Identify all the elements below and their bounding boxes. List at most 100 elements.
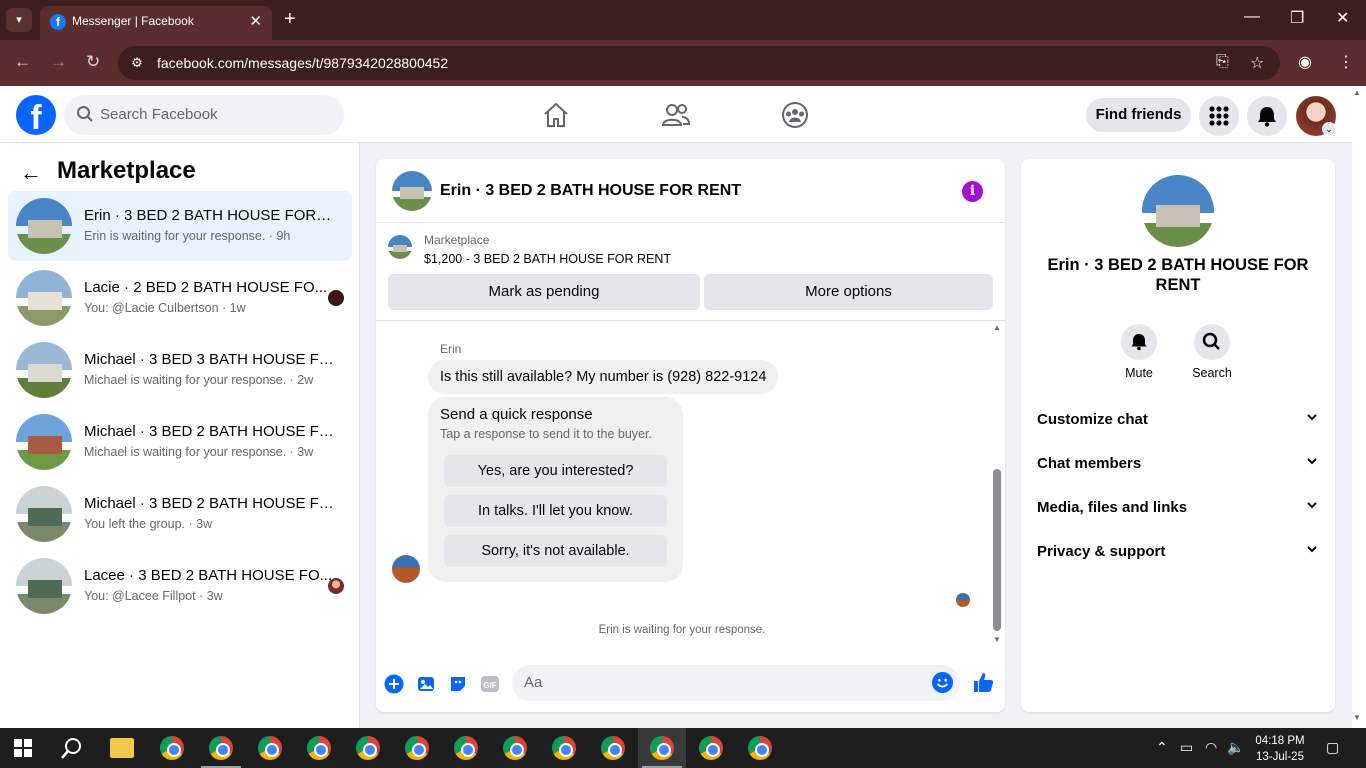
facebook-favicon-icon: f — [50, 14, 66, 30]
find-friends-button[interactable]: Find friends — [1086, 98, 1191, 132]
scroll-thumb[interactable] — [993, 469, 1001, 631]
quick-reply-button[interactable]: Sorry, it's not available. — [444, 535, 667, 567]
privacy-support-row[interactable]: Privacy & support — [1037, 534, 1319, 570]
conversation-item[interactable]: Michael · 3 BED 3 BATH HOUSE FO... Micha… — [8, 335, 352, 405]
page-scrollbar[interactable]: ▲ ▼ — [1352, 86, 1366, 728]
friends-icon[interactable] — [661, 100, 691, 130]
menu-grid-button[interactable] — [1199, 96, 1239, 136]
chrome-icon[interactable] — [209, 736, 233, 760]
chrome-icon[interactable] — [307, 736, 331, 760]
conversation-item[interactable]: Lacee · 3 BED 2 BATH HOUSE FO... You: @L… — [8, 551, 352, 621]
facebook-logo-icon[interactable]: f — [16, 95, 56, 137]
chrome-icon[interactable] — [601, 736, 625, 760]
address-bar[interactable]: ⚙ facebook.com/messages/t/98793420288004… — [118, 46, 1280, 80]
chrome-menu-icon[interactable]: ⋮ — [1338, 52, 1354, 72]
mute-circle[interactable] — [1121, 324, 1157, 360]
chrome-icon[interactable] — [160, 736, 184, 760]
search-circle[interactable] — [1194, 324, 1230, 360]
mark-as-pending-button[interactable]: Mark as pending — [388, 274, 700, 310]
gif-icon[interactable]: GIF — [480, 674, 500, 694]
volume-icon[interactable]: 🔈 — [1227, 739, 1244, 756]
back-button[interactable]: ← — [14, 52, 31, 72]
minimize-button[interactable]: — — [1244, 8, 1260, 26]
account-chevron-icon[interactable]: ⌄ — [1322, 122, 1336, 136]
browser-tab[interactable]: f Messenger | Facebook ✕ — [40, 6, 272, 40]
conversation-item[interactable]: Michael · 3 BED 2 BATH HOUSE FO... You l… — [8, 479, 352, 549]
sender-avatar[interactable] — [392, 555, 420, 583]
chat-avatar[interactable] — [392, 171, 432, 211]
site-info-icon[interactable]: ⚙ — [128, 54, 146, 72]
scroll-up-icon[interactable]: ▲ — [991, 323, 1003, 332]
chrome-icon[interactable] — [650, 736, 674, 760]
sticker-icon[interactable] — [448, 674, 468, 694]
chrome-icon[interactable] — [356, 736, 380, 760]
scroll-down-icon[interactable]: ▼ — [1353, 713, 1361, 722]
windows-start-icon[interactable] — [14, 739, 32, 757]
tray-overflow-icon[interactable]: ⌃ — [1156, 739, 1168, 756]
taskbar-search-icon[interactable] — [60, 736, 84, 760]
chrome-icon[interactable] — [258, 736, 282, 760]
chrome-icon[interactable] — [454, 736, 478, 760]
info-icon[interactable]: i — [962, 181, 983, 202]
quick-reply-button[interactable]: In talks. I'll let you know. — [444, 495, 667, 527]
like-thumb-icon[interactable] — [972, 671, 994, 693]
add-plus-icon[interactable] — [384, 674, 404, 694]
notification-center-icon[interactable]: ▢ — [1326, 739, 1339, 756]
message-input[interactable]: Aa — [512, 665, 960, 701]
restore-button[interactable]: ❐ — [1290, 8, 1304, 28]
listing-title[interactable]: $1,200 - 3 BED 2 BATH HOUSE FOR RENT — [424, 252, 671, 266]
home-icon[interactable] — [541, 100, 571, 130]
profile-icon[interactable]: ◉ — [1298, 52, 1312, 72]
tab-search-menu[interactable]: ▾ — [6, 8, 32, 32]
conversation-item[interactable]: Michael · 3 BED 2 BATH HOUSE FO... Micha… — [8, 407, 352, 477]
notifications-button[interactable] — [1247, 96, 1287, 136]
scroll-up-icon[interactable]: ▲ — [1353, 88, 1361, 97]
conversation-item[interactable]: Lacie · 2 BED 2 BATH HOUSE FO... You: @L… — [8, 263, 352, 333]
forward-button[interactable]: → — [50, 52, 67, 72]
chrome-icon[interactable] — [405, 736, 429, 760]
customize-chat-row[interactable]: Customize chat — [1037, 402, 1319, 438]
file-explorer-icon[interactable] — [110, 738, 134, 758]
system-clock[interactable]: 04:18 PM 13-Jul-25 — [1252, 733, 1308, 765]
chrome-icon[interactable] — [748, 736, 772, 760]
scroll-down-icon[interactable]: ▼ — [991, 635, 1003, 644]
chrome-icon[interactable] — [503, 736, 527, 760]
browser-toolbar: ← → ↻ ⚙ facebook.com/messages/t/98793420… — [0, 40, 1366, 86]
chat-title[interactable]: Erin · 3 BED 2 BATH HOUSE FOR RENT — [440, 182, 741, 200]
bookmark-star-icon[interactable]: ☆ — [1250, 53, 1264, 73]
photo-icon[interactable] — [416, 674, 436, 694]
url-text[interactable]: facebook.com/messages/t/9879342028800452 — [157, 55, 448, 71]
close-tab-icon[interactable]: ✕ — [249, 12, 262, 30]
battery-icon[interactable]: ▭ — [1180, 739, 1193, 756]
listing-avatar[interactable] — [1142, 175, 1214, 247]
conversation-item[interactable]: Erin · 3 BED 2 BATH HOUSE FOR R... Erin … — [8, 191, 352, 261]
quick-reply-button[interactable]: Yes, are you interested? — [444, 455, 667, 487]
chrome-icon[interactable] — [552, 736, 576, 760]
more-options-button[interactable]: More options — [704, 274, 993, 310]
search-input[interactable]: Search Facebook — [64, 95, 344, 135]
emoji-icon[interactable] — [932, 672, 953, 693]
media-files-links-row[interactable]: Media, files and links — [1037, 490, 1319, 526]
message-bubble[interactable]: Is this still available? My number is (9… — [428, 360, 779, 394]
listing-thumbnail — [16, 342, 72, 398]
install-app-icon[interactable]: ⎘ — [1216, 53, 1229, 71]
quick-response-card: Send a quick response Tap a response to … — [428, 397, 683, 582]
wifi-icon[interactable]: ◠ — [1205, 739, 1217, 756]
chat-members-row[interactable]: Chat members — [1037, 446, 1319, 482]
chevron-down-icon — [1307, 414, 1317, 421]
chrome-icon[interactable] — [699, 736, 723, 760]
reload-button[interactable]: ↻ — [86, 52, 100, 72]
new-tab-button[interactable]: + — [284, 8, 296, 30]
search-in-chat-button[interactable]: Search — [1182, 324, 1242, 380]
close-window-button[interactable]: ✕ — [1336, 8, 1349, 28]
groups-icon[interactable] — [780, 100, 810, 130]
conversation-name: Lacee · 3 BED 2 BATH HOUSE FO... — [84, 567, 333, 584]
chevron-down-icon — [1307, 458, 1317, 465]
back-arrow-icon[interactable]: ← — [20, 160, 42, 186]
search-icon — [77, 106, 93, 122]
clock-time: 04:18 PM — [1255, 735, 1305, 747]
mute-button[interactable]: Mute — [1109, 324, 1169, 380]
marketplace-listing-bar: Marketplace $1,200 - 3 BED 2 BATH HOUSE … — [376, 223, 1005, 321]
chat-scrollbar[interactable]: ▲ ▼ — [991, 323, 1003, 649]
listing-thumbnail[interactable] — [388, 235, 412, 259]
